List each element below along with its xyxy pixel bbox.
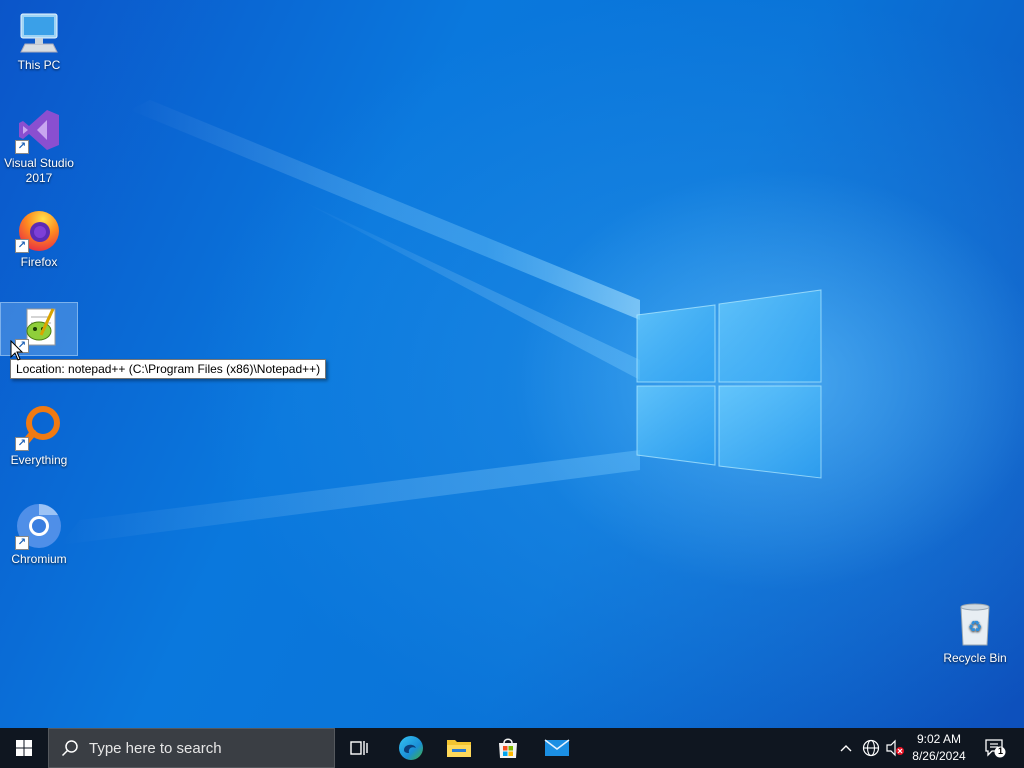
icon-tooltip: Location: notepad++ (C:\Program Files (x… xyxy=(10,359,327,379)
computer-icon xyxy=(15,8,63,56)
clock-time: 9:02 AM xyxy=(916,732,962,746)
shortcut-arrow-icon: ↗ xyxy=(15,239,29,253)
icon-label: Everything xyxy=(10,453,68,467)
icon-label: Visual Studio 2017 xyxy=(4,156,74,185)
taskbar-microsoft-store[interactable] xyxy=(484,728,532,768)
globe-network-icon xyxy=(862,739,880,757)
folder-icon xyxy=(447,740,471,757)
search-icon xyxy=(61,740,78,757)
shortcut-arrow-icon: ↗ xyxy=(15,536,29,550)
windows-logo-wallpaper xyxy=(636,289,822,479)
icon-label: Recycle Bin xyxy=(943,651,1007,665)
search-placeholder: Type here to search xyxy=(89,739,222,757)
desktop-icon-chromium[interactable]: ↗ Chromium xyxy=(1,502,77,567)
taskbar-search-box[interactable]: Type here to search xyxy=(48,728,335,768)
action-center-button[interactable]: 1 xyxy=(980,728,1010,768)
taskbar-file-explorer[interactable] xyxy=(435,728,483,768)
mail-icon xyxy=(544,739,570,756)
clock-date: 8/26/2024 xyxy=(912,749,966,763)
everything-search-icon: ↗ xyxy=(15,403,63,451)
svg-text:♻: ♻ xyxy=(968,617,982,636)
desktop[interactable]: This PC ↗ Visual Studio 2017 ↗ Firefox ↗… xyxy=(0,0,1024,728)
icon-label: This PC xyxy=(17,58,61,72)
icon-label: Firefox xyxy=(20,255,58,269)
desktop-icon-firefox[interactable]: ↗ Firefox xyxy=(1,205,77,270)
task-view-button[interactable] xyxy=(336,728,384,768)
recycle-bin-icon: ♻ xyxy=(951,601,999,649)
network-button[interactable] xyxy=(860,728,882,768)
taskbar-edge[interactable] xyxy=(387,728,435,768)
taskbar-mail[interactable] xyxy=(533,728,581,768)
taskbar: Type here to search 9:02 AM 8/26/2024 1 xyxy=(0,728,1024,768)
chromium-icon: ↗ xyxy=(15,502,63,550)
store-icon xyxy=(499,738,517,758)
desktop-icon-this-pc[interactable]: This PC xyxy=(1,8,77,73)
volume-button[interactable] xyxy=(884,728,906,768)
shortcut-arrow-icon: ↗ xyxy=(15,140,29,154)
desktop-icon-visual-studio-2017[interactable]: ↗ Visual Studio 2017 xyxy=(1,106,77,186)
task-view-icon xyxy=(350,741,368,755)
notification-count-badge: 1 xyxy=(997,746,1003,756)
firefox-icon: ↗ xyxy=(15,205,63,253)
icon-label: Chromium xyxy=(11,552,67,566)
desktop-icon-everything[interactable]: ↗ Everything xyxy=(1,403,77,468)
shortcut-arrow-icon: ↗ xyxy=(15,437,29,451)
mouse-pointer-icon xyxy=(10,340,24,361)
chevron-up-icon xyxy=(840,745,852,752)
edge-icon xyxy=(399,736,423,760)
visual-studio-icon: ↗ xyxy=(15,106,63,154)
desktop-icon-recycle-bin[interactable]: ♻ Recycle Bin xyxy=(937,601,1013,666)
windows-start-icon xyxy=(16,740,32,756)
taskbar-clock[interactable]: 9:02 AM 8/26/2024 xyxy=(906,728,972,768)
start-button[interactable] xyxy=(0,728,48,768)
speaker-muted-icon xyxy=(886,739,904,757)
show-hidden-icons-button[interactable] xyxy=(836,728,856,768)
